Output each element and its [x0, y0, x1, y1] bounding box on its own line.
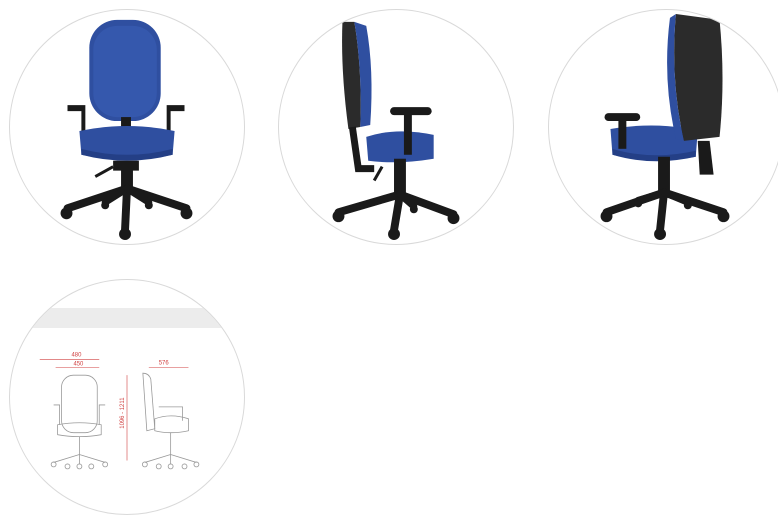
- dimension-width-top: 480: [71, 352, 82, 358]
- chair-side-icon: [332, 21, 460, 241]
- thumbnail-side-view[interactable]: [278, 9, 514, 245]
- chair-dimensions-icon: 480 450 576 1096 - 1211: [39, 352, 200, 470]
- thumbnail-back-view[interactable]: [548, 9, 778, 245]
- thumbnail-technical-drawing[interactable]: 480 450 576 1096 - 1211: [9, 279, 245, 515]
- chair-back-icon: [600, 13, 730, 241]
- thumbnail-front-view[interactable]: [9, 9, 245, 245]
- chair-front-icon: [60, 19, 193, 241]
- dimension-width-seat: 450: [73, 361, 84, 367]
- dimension-height: 1096 - 1211: [120, 397, 126, 429]
- dimension-depth: 576: [159, 360, 170, 366]
